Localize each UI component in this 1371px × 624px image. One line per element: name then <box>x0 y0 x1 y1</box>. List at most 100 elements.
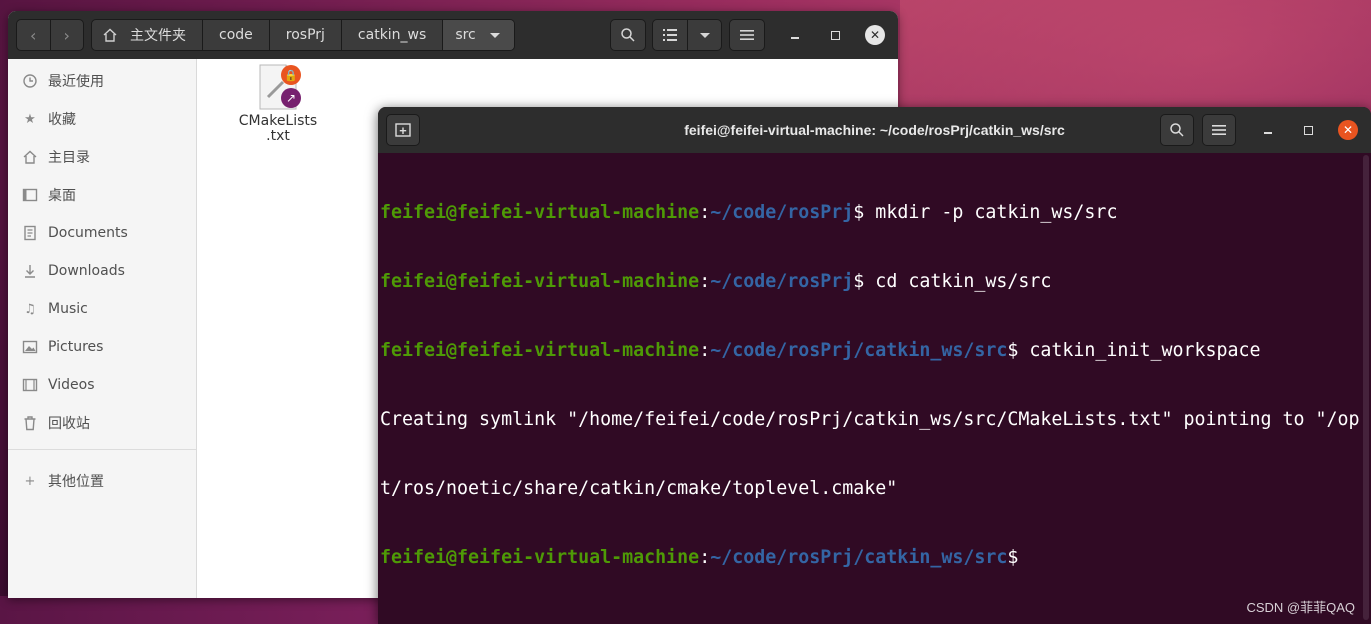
terminal-line: feifei@feifei-virtual-machine:~/code/ros… <box>380 546 1358 569</box>
list-view-button[interactable] <box>653 20 688 50</box>
picture-icon <box>22 339 38 355</box>
maximize-icon <box>830 30 840 40</box>
breadcrumb-rosprj[interactable]: rosPrj <box>270 20 342 50</box>
chevron-down-icon <box>699 32 710 38</box>
prompt-path: ~/code/rosPrj/catkin_ws/src <box>710 547 1008 568</box>
minimize-icon <box>791 37 799 39</box>
prompt-user: feifei@feifei-virtual-machine <box>380 340 700 361</box>
terminal-output-line: Creating symlink "/home/feifei/code/rosP… <box>380 409 1360 430</box>
terminal-close-button[interactable]: ✕ <box>1338 120 1358 140</box>
home-icon <box>22 149 38 165</box>
chevron-right-icon: › <box>63 25 70 45</box>
sidebar-item-downloads[interactable]: Downloads <box>8 252 196 290</box>
breadcrumb: 主文件夹 code rosPrj catkin_ws src <box>91 19 515 51</box>
terminal-line: feifei@feifei-virtual-machine:~/code/ros… <box>380 270 1358 293</box>
trash-icon <box>22 415 38 431</box>
terminal-output-line: t/ros/noetic/share/catkin/cmake/toplevel… <box>380 478 898 499</box>
minimize-button[interactable] <box>786 26 804 44</box>
sidebar-item-documents[interactable]: Documents <box>8 214 196 252</box>
breadcrumb-catkin-ws[interactable]: catkin_ws <box>342 20 444 50</box>
terminal-line: feifei@feifei-virtual-machine:~/code/ros… <box>380 339 1358 362</box>
file-manager-headerbar: ‹ › 主文件夹 code rosPrj catkin_ws src ✕ <box>8 11 898 59</box>
prompt-user: feifei@feifei-virtual-machine <box>380 202 700 223</box>
forward-button[interactable]: › <box>51 20 84 50</box>
list-icon <box>663 29 677 41</box>
sidebar-item-label: Videos <box>48 377 95 393</box>
hamburger-icon <box>1212 125 1226 135</box>
search-button[interactable] <box>610 19 646 51</box>
menu-button[interactable] <box>729 19 765 51</box>
new-tab-icon <box>395 123 411 137</box>
prompt-separator: : <box>699 547 711 568</box>
wallpaper-highlight <box>900 0 1371 110</box>
view-options-button[interactable] <box>688 20 721 50</box>
sidebar-item-label: Pictures <box>48 339 104 355</box>
new-tab-button[interactable] <box>386 114 420 146</box>
back-button[interactable]: ‹ <box>17 20 51 50</box>
sidebar-divider <box>8 449 196 450</box>
terminal-scrollbar[interactable] <box>1363 155 1369 620</box>
video-icon <box>22 377 38 393</box>
terminal-line: feifei@feifei-virtual-machine:~/code/ros… <box>380 201 1358 224</box>
close-button[interactable]: ✕ <box>865 25 885 45</box>
sidebar-item-label: 收藏 <box>48 112 76 128</box>
sidebar-item-label: Downloads <box>48 263 125 279</box>
terminal-menu-button[interactable] <box>1202 114 1236 146</box>
command-text: $ cd catkin_ws/src <box>853 271 1052 292</box>
terminal-minimize-button[interactable] <box>1259 121 1277 139</box>
maximize-icon <box>1303 125 1313 135</box>
sidebar-item-desktop[interactable]: 桌面 <box>8 176 196 214</box>
terminal-output[interactable]: feifei@feifei-virtual-machine:~/code/ros… <box>380 155 1360 615</box>
sidebar-item-videos[interactable]: Videos <box>8 366 196 404</box>
sidebar-item-label: Music <box>48 301 88 317</box>
sidebar-item-label: 回收站 <box>48 416 90 432</box>
sidebar-item-home[interactable]: 主目录 <box>8 138 196 176</box>
sidebar-item-label: 最近使用 <box>48 74 104 90</box>
view-toggle-group <box>652 19 722 51</box>
file-name-line-1: CMakeLists <box>238 113 318 129</box>
sidebar-item-label: Documents <box>48 225 128 241</box>
search-icon <box>1170 123 1184 137</box>
clock-icon <box>22 73 38 89</box>
prompt-user: feifei@feifei-virtual-machine <box>380 271 700 292</box>
sidebar-item-recent[interactable]: 最近使用 <box>8 62 196 100</box>
prompt-separator: : <box>699 202 711 223</box>
prompt-path: ~/code/rosPrj <box>710 271 854 292</box>
command-text: $ catkin_init_workspace <box>1007 340 1261 361</box>
document-icon <box>22 225 38 241</box>
text-file-icon: 🔒 ↗ <box>259 64 301 110</box>
terminal-window: feifei@feifei-virtual-machine: ~/code/ro… <box>378 107 1371 624</box>
lock-emblem-icon: 🔒 <box>281 65 301 85</box>
plus-icon: + <box>24 473 36 489</box>
close-icon: ✕ <box>869 28 881 42</box>
desktop-icon <box>22 187 38 203</box>
command-text: $ mkdir -p catkin_ws/src <box>853 202 1118 223</box>
sidebar: 最近使用 ★ 收藏 主目录 桌面 Documents Downloads ♫ M… <box>8 59 197 598</box>
symlink-emblem-icon: ↗ <box>281 88 301 108</box>
maximize-button[interactable] <box>826 26 844 44</box>
search-icon <box>621 28 635 42</box>
close-icon: ✕ <box>1342 123 1354 137</box>
breadcrumb-src[interactable]: src <box>443 20 514 50</box>
sidebar-item-pictures[interactable]: Pictures <box>8 328 196 366</box>
prompt-user: feifei@feifei-virtual-machine <box>380 547 700 568</box>
music-icon: ♫ <box>24 301 36 317</box>
terminal-search-button[interactable] <box>1160 114 1194 146</box>
breadcrumb-src-label: src <box>455 27 476 43</box>
sidebar-item-music[interactable]: ♫ Music <box>8 290 196 328</box>
prompt-separator: : <box>699 340 711 361</box>
sidebar-item-other-locations[interactable]: + 其他位置 <box>8 462 196 500</box>
wallpaper-bottom <box>0 596 380 624</box>
home-icon <box>103 28 117 42</box>
breadcrumb-home[interactable]: 主文件夹 <box>92 20 203 50</box>
sidebar-item-label: 其他位置 <box>48 474 104 490</box>
file-item-cmakelists[interactable]: 🔒 ↗ CMakeLists .txt <box>233 64 323 144</box>
download-icon <box>22 263 38 279</box>
breadcrumb-home-label: 主文件夹 <box>130 28 186 44</box>
sidebar-item-starred[interactable]: ★ 收藏 <box>8 100 196 138</box>
sidebar-item-trash[interactable]: 回收站 <box>8 404 196 442</box>
prompt-separator: : <box>699 271 711 292</box>
prompt-path: ~/code/rosPrj/catkin_ws/src <box>710 340 1008 361</box>
breadcrumb-code[interactable]: code <box>203 20 270 50</box>
terminal-maximize-button[interactable] <box>1299 121 1317 139</box>
